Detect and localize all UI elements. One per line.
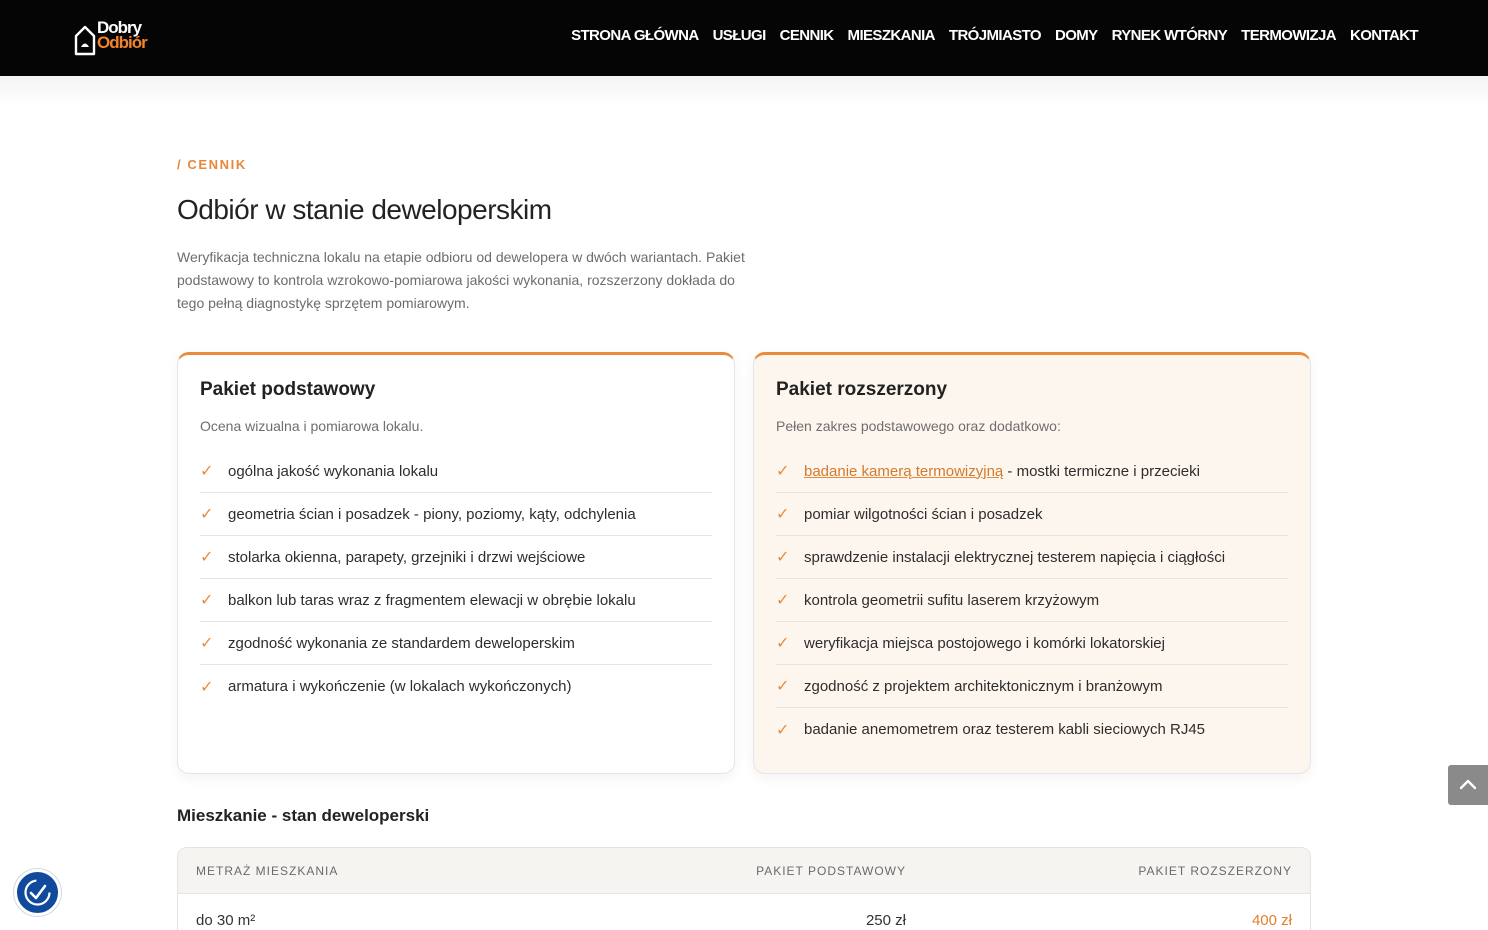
feature-text: badanie anemometrem oraz testerem kabli … [804, 721, 1206, 738]
logo-line-2: Odbiór [97, 33, 148, 52]
header-shadow [0, 76, 1488, 106]
cell-basic-price: 250 zł [865, 912, 906, 929]
feature-item: ✓ geometria ścian i posadzek - piony, poz… [200, 493, 712, 536]
scroll-to-top-button[interactable] [1448, 765, 1488, 805]
house-logo-icon [74, 25, 96, 56]
accessibility-icon [24, 879, 51, 906]
feature-item: ✓ badanie kamerą termowizyjną - mostki te… [776, 450, 1288, 493]
feature-text: weryfikacja miejsca postojowego i komórk… [804, 634, 1165, 652]
check-icon: ✓ [200, 506, 214, 523]
feature-item: ✓ balkon lub taras wraz z fragmentem elew… [200, 579, 712, 622]
nav-item-uslugi[interactable]: USŁUGI [713, 27, 767, 44]
check-icon: ✓ [776, 721, 790, 739]
package-subtitle: Pełen zakres podstawowego oraz dodatkowo… [776, 418, 1061, 434]
column-header-area: METRAŻ MIESZKANIA [196, 864, 339, 878]
check-icon: ✓ [776, 506, 790, 523]
thermal-imaging-link[interactable]: badanie kamerą termowizyjną [804, 463, 1003, 480]
site-logo[interactable]: Dobry Odbiór [74, 18, 154, 58]
logo-wordmark: Dobry Odbiór [97, 19, 148, 52]
feature-list: ✓ badanie kamerą termowizyjną - mostki te… [776, 450, 1288, 751]
feature-list: ✓ ogólna jakość wykonania lokalu ✓ geometr… [200, 450, 712, 708]
feature-text: pomiar wilgotności ścian i posadzek [804, 505, 1043, 523]
price-table-title: Mieszkanie - stan deweloperski [177, 806, 430, 825]
check-icon: ✓ [200, 635, 214, 652]
package-title: Pakiet rozszerzony [776, 379, 948, 400]
feature-item: ✓ kontrola geometrii sufitu laserem krzyż… [776, 579, 1288, 622]
cell-extended-price: 400 zł [1251, 912, 1292, 929]
nav-item-cennik[interactable]: CENNIK [780, 27, 835, 44]
accessibility-button[interactable] [14, 869, 61, 916]
check-icon: ✓ [776, 678, 790, 695]
feature-item: ✓ pomiar wilgotności ścian i posadzek [776, 493, 1288, 536]
nav-item-domy[interactable]: DOMY [1055, 27, 1098, 44]
check-icon: ✓ [200, 592, 214, 609]
site-header: Dobry Odbiór STRONA GŁÓWNA USŁUGI CENNIK… [0, 0, 1488, 76]
feature-item: ✓ badanie anemometrem oraz testerem kabli… [776, 708, 1288, 751]
package-card-extended: Pakiet rozszerzony Pełen zakres podstawo… [753, 352, 1311, 774]
feature-item: ✓ weryfikacja miejsca postojowego i komór… [776, 622, 1288, 665]
feature-text: armatura i wykończenie (w lokalach wykoń… [228, 678, 572, 695]
check-icon: ✓ [200, 549, 214, 566]
package-subtitle: Ocena wizualna i pomiarowa lokalu. [200, 418, 424, 434]
nav-item-trojmiasto[interactable]: TRÓJMIASTO [949, 27, 1042, 44]
check-icon: ✓ [776, 635, 790, 652]
feature-item: ✓ zgodność wykonania ze standardem dewelo… [200, 622, 712, 665]
nav-item-strona-glowna[interactable]: STRONA GŁÓWNA [571, 27, 699, 44]
feature-item: ✓ zgodność z projektem architektonicznym … [776, 665, 1288, 708]
column-header-basic: PAKIET PODSTAWOWY [756, 864, 906, 878]
cell-area: do 30 m² [196, 912, 256, 929]
check-icon: ✓ [776, 463, 790, 480]
intro-text: Weryfikacja techniczna lokalu na etapie … [177, 249, 745, 311]
feature-text-rest: - mostki termiczne i przecieki [1003, 462, 1200, 480]
feature-text: kontrola geometrii sufitu laserem krzyżo… [804, 591, 1100, 609]
feature-item: ✓ stolarka okienna, parapety, grzejniki i… [200, 536, 712, 579]
feature-text: ogólna jakość wykonania lokalu [228, 462, 439, 480]
feature-text: sprawdzenie instalacji elektrycznej test… [804, 548, 1226, 566]
feature-item: ✓ sprawdzenie instalacji elektrycznej tes… [776, 536, 1288, 579]
page-title: Odbiór w stanie deweloperskim [177, 194, 552, 225]
section-eyebrow: / CENNIK [177, 157, 247, 172]
package-title: Pakiet podstawowy [200, 379, 376, 400]
feature-text: badanie kamerą termowizyjną - mostki ter… [804, 463, 1200, 480]
feature-item: ✓ armatura i wykończenie (w lokalach wyko… [200, 665, 712, 708]
price-table: METRAŻ MIESZKANIA PAKIET PODSTAWOWY PAKI… [177, 847, 1311, 930]
nav-item-kontakt[interactable]: KONTAKT [1350, 27, 1419, 44]
feature-text: balkon lub taras wraz z fragmentem elewa… [228, 591, 636, 609]
check-icon: ✓ [200, 678, 214, 696]
feature-text: stolarka okienna, parapety, grzejniki i … [228, 548, 586, 566]
check-icon: ✓ [776, 592, 790, 609]
feature-item: ✓ ogólna jakość wykonania lokalu [200, 450, 712, 493]
table-header: METRAŻ MIESZKANIA PAKIET PODSTAWOWY PAKI… [178, 848, 1310, 894]
chevron-up-icon [1459, 779, 1477, 790]
main-nav: STRONA GŁÓWNA USŁUGI CENNIK MIESZKANIA T… [571, 27, 1419, 44]
feature-text: zgodność z projektem architektonicznym i… [804, 677, 1163, 695]
check-icon: ✓ [776, 549, 790, 566]
feature-text: zgodność wykonania ze standardem dewelop… [228, 634, 575, 652]
feature-text: geometria ścian i posadzek - piony, pozi… [228, 505, 636, 523]
check-icon: ✓ [200, 463, 214, 480]
nav-item-termowizja[interactable]: TERMOWIZJA [1241, 27, 1336, 44]
column-header-extended: PAKIET ROZSZERZONY [1138, 864, 1292, 878]
nav-item-mieszkania[interactable]: MIESZKANIA [848, 27, 936, 44]
nav-item-rynek-wtorny[interactable]: RYNEK WTÓRNY [1112, 27, 1228, 44]
package-card-basic: Pakiet podstawowy Ocena wizualna i pomia… [177, 352, 735, 774]
